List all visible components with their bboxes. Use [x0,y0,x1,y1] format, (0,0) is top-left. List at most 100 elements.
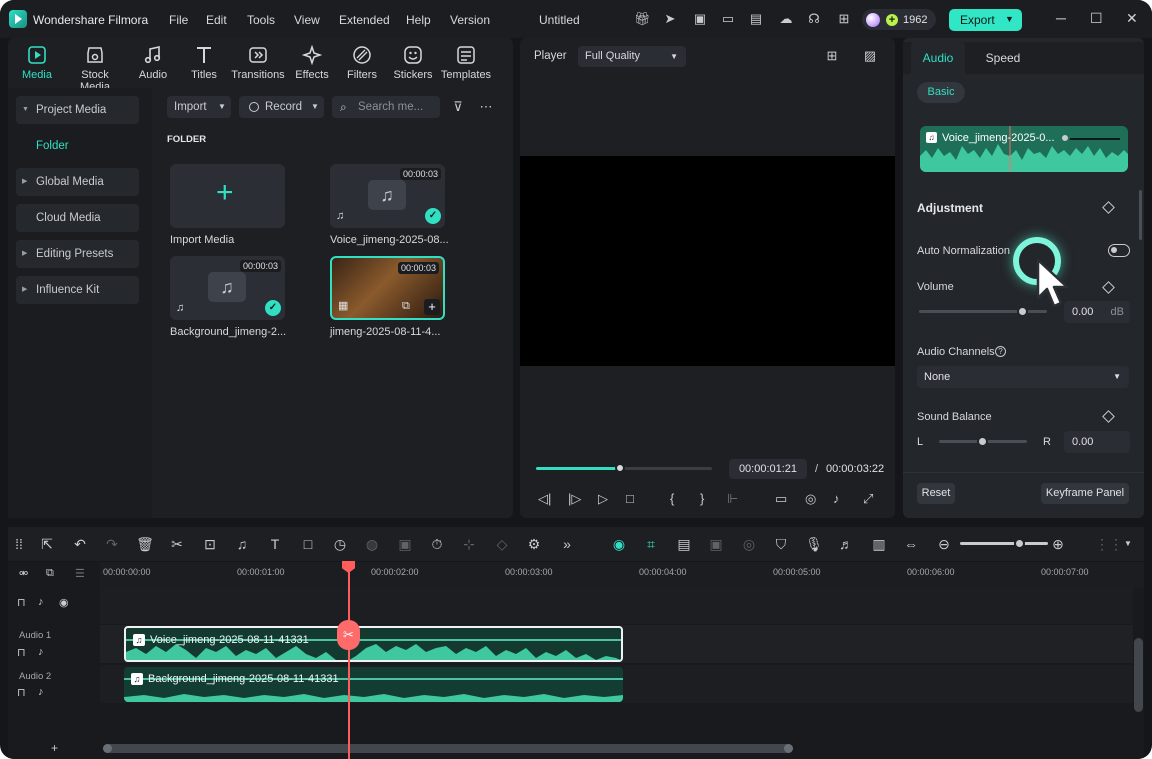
music-list-icon[interactable]: ♬ [837,535,855,553]
audio-edit-icon[interactable]: ♫ [233,535,251,553]
menu-edit[interactable]: Edit [206,13,227,27]
audio-clip-voice[interactable]: ♫ Voice_jimeng-2025-08-11-41331 [124,626,623,662]
split-scissors-icon[interactable]: ✂ [168,535,186,553]
volume-slider[interactable] [919,306,1047,317]
record-dropdown[interactable]: Record ▼ [239,96,324,118]
motion-track-icon[interactable]: ⊹ [460,535,478,553]
zoom-slider-handle[interactable] [1014,538,1025,549]
minimize-icon[interactable]: ─ [1056,10,1066,26]
tab-transitions[interactable]: Transitions [228,45,288,81]
video-track[interactable] [100,588,1133,624]
media-item-background[interactable]: 00:00:03 ♫ ♫ ✓ [170,256,285,320]
sidebar-item-editing-presets[interactable]: ▶ Editing Presets [16,240,139,268]
tab-speed[interactable]: Speed [976,42,1030,74]
clip-volume-track[interactable] [1066,138,1120,140]
mute-icon[interactable]: ♪ [38,646,44,658]
reset-button[interactable]: Reset [917,483,955,504]
media-item-voice[interactable]: 00:00:03 ♫ ♫ ✓ [330,164,445,228]
snapshot-icon[interactable]: ◎ [805,491,816,507]
quality-dropdown[interactable]: Full Quality ▼ [578,46,686,67]
visibility-icon[interactable]: ◉ [59,596,69,609]
adjust-icon[interactable]: ⚙ [525,535,543,553]
playback-scrubber[interactable] [536,463,712,473]
delete-icon[interactable]: 🗑︎ [136,535,154,553]
color-icon[interactable]: ◍ [363,535,381,553]
render-icon[interactable]: ◎ [740,535,758,553]
gift-icon[interactable]: 🎁︎ [634,11,651,27]
menu-extended[interactable]: Extended [339,13,390,27]
import-dropdown[interactable]: Import ▼ [167,96,231,118]
group-icon[interactable]: ⧉ [46,567,54,580]
lock-icon[interactable]: ⊓ [17,596,26,609]
mark-in-icon[interactable]: { [670,491,674,506]
mark-out-icon[interactable]: } [700,491,704,506]
menu-file[interactable]: File [169,13,188,27]
add-to-timeline-icon[interactable]: + [424,299,440,315]
current-timecode[interactable]: 00:00:01:21 [729,459,807,479]
split-at-playhead-button[interactable]: ✂ [337,620,360,650]
layout-icon[interactable]: ▭ [720,11,736,27]
menu-tools[interactable]: Tools [247,13,275,27]
more-tools-icon[interactable]: » [558,535,576,553]
speed-icon[interactable]: ◷ [331,535,349,553]
menu-view[interactable]: View [294,13,320,27]
zoom-slider[interactable] [960,538,1048,549]
filter-sort-icon[interactable]: ⊽ [450,99,466,115]
import-media-card[interactable]: + [170,164,285,228]
timeline-horizontal-scrollbar[interactable] [103,744,793,753]
volume-icon[interactable]: ♪ [833,491,840,506]
audio-channels-dropdown[interactable]: None ▼ [917,366,1129,388]
stop-icon[interactable]: □ [626,491,634,506]
more-options-icon[interactable]: ⋯ [478,99,494,115]
volume-slider-handle[interactable] [1017,306,1028,317]
scroll-handle-left[interactable] [103,744,112,753]
grid-view-icon[interactable]: ⊞ [824,48,840,64]
timer-icon[interactable]: ⏱︎ [428,535,446,553]
headset-icon[interactable]: ☊ [806,11,822,27]
marker-icon[interactable]: ⊩ [727,491,738,507]
sidebar-item-influence-kit[interactable]: ▶ Influence Kit [16,276,139,304]
menu-version[interactable]: Version [450,13,490,27]
close-icon[interactable]: ✕ [1126,10,1138,27]
export-button[interactable]: Export ▼ [949,9,1022,31]
tab-stock-media[interactable]: Stock Media [65,45,125,93]
maximize-icon[interactable]: ☐ [1090,10,1103,27]
balance-slider[interactable] [939,436,1027,447]
scroll-handle-right[interactable] [784,744,793,753]
zoom-in-icon[interactable]: ⊕ [1049,535,1067,553]
panel-menu-icon[interactable]: ⋮⋮ [1095,535,1123,553]
sidebar-item-cloud-media[interactable]: Cloud Media [16,204,139,232]
balance-value-field[interactable]: 0.00 [1064,431,1130,453]
panel-scrollbar[interactable] [1139,190,1142,240]
credits-badge[interactable]: + 1962 [862,9,936,30]
screen-record-icon[interactable]: ▥ [870,535,888,553]
volume-value-field[interactable]: 0.00 dB [1064,301,1130,323]
playhead[interactable] [348,562,350,759]
image-compare-icon[interactable]: ▨ [862,48,878,64]
apps-grid-icon[interactable]: ⊞ [836,11,852,27]
mask-icon[interactable]: ◇ [493,535,511,553]
tab-basic[interactable]: Basic [917,82,965,103]
auto-normalization-toggle[interactable] [1108,244,1130,257]
redo-icon[interactable]: ↷ [103,535,121,553]
select-pointer-icon[interactable]: ⇱ [38,535,56,553]
previous-frame-icon[interactable]: ◁| [538,491,551,507]
send-icon[interactable]: ➤ [662,11,678,27]
text-icon[interactable]: T [266,535,284,553]
display-icon[interactable]: ▭ [775,491,787,507]
play-icon[interactable]: ▷ [598,491,608,507]
crop-icon[interactable]: ⊡ [201,535,219,553]
save-icon[interactable]: ▤ [748,11,764,27]
track-layout-icon[interactable]: ☰ [75,567,85,580]
next-frame-icon[interactable]: |▷ [568,491,581,507]
balance-slider-handle[interactable] [977,436,988,447]
stabilize-icon[interactable]: ▣ [707,535,725,553]
media-item-video[interactable]: 00:00:03 ▦ ⧉ + [330,256,445,320]
tab-media[interactable]: Media [7,45,67,81]
microphone-icon[interactable]: 🎙︎ [805,535,823,553]
fullscreen-icon[interactable]: ⤢ [863,491,873,507]
media-search-input[interactable]: ⌕ Search me... [332,96,440,118]
audio-clip-background[interactable]: ♫ Background_jimeng-2025-08-11-41331 [124,667,623,702]
ai-tools-icon[interactable]: ▣ [396,535,414,553]
lock-icon[interactable]: ⊓ [17,686,26,699]
